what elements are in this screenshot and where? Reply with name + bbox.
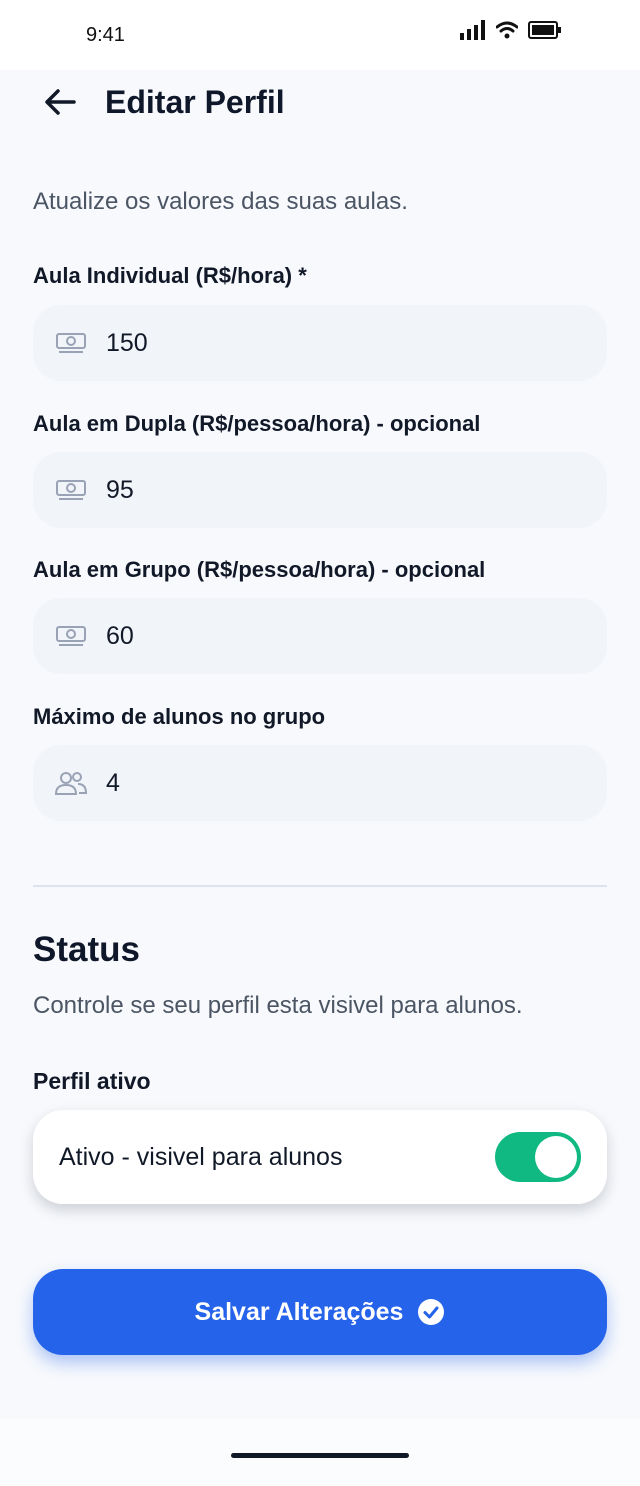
money-icon [53, 329, 89, 357]
profile-active-label: Perfil ativo [33, 1068, 151, 1094]
pair-price-input[interactable]: 95 [33, 452, 607, 528]
profile-active-card: Ativo - visivel para alunos [33, 1110, 607, 1204]
group-price-value: 60 [106, 621, 134, 650]
money-icon [53, 476, 89, 504]
divider [33, 885, 607, 887]
individual-price-value: 150 [106, 328, 148, 357]
back-button[interactable] [40, 86, 80, 122]
pair-price-value: 95 [106, 475, 134, 504]
profile-active-text: Ativo - visivel para alunos [59, 1143, 343, 1171]
max-students-input[interactable]: 4 [33, 745, 607, 821]
status-description: Controle se seu perfil esta visivel para… [33, 992, 523, 1019]
status-icons [460, 20, 562, 45]
bottom-area [0, 1418, 640, 1486]
arrow-left-icon [44, 88, 76, 121]
profile-active-toggle[interactable] [495, 1132, 581, 1182]
status-bar: 9:41 [0, 0, 640, 70]
max-students-value: 4 [106, 768, 120, 797]
header: Editar Perfil [0, 70, 640, 140]
individual-price-label: Aula Individual (R$/hora) * [33, 263, 307, 288]
toggle-knob [535, 1136, 577, 1178]
battery-icon [528, 21, 562, 44]
users-icon [53, 769, 89, 797]
individual-price-input[interactable]: 150 [33, 305, 607, 381]
max-students-label: Máximo de alunos no grupo [33, 704, 326, 729]
save-button[interactable]: Salvar Alterações [33, 1269, 607, 1355]
save-button-label: Salvar Alterações [194, 1297, 404, 1326]
intro-text: Atualize os valores das suas aulas. [33, 188, 408, 215]
group-price-label: Aula em Grupo (R$/pessoa/hora) - opciona… [33, 557, 486, 582]
status-time: 9:41 [86, 24, 125, 46]
pair-price-label: Aula em Dupla (R$/pessoa/hora) - opciona… [33, 411, 481, 436]
status-heading: Status [33, 930, 140, 969]
page-title: Editar Perfil [105, 84, 285, 120]
home-indicator[interactable] [231, 1453, 409, 1458]
signal-icon [460, 20, 486, 45]
wifi-icon [495, 21, 519, 44]
group-price-input[interactable]: 60 [33, 598, 607, 674]
check-circle-icon [417, 1298, 445, 1326]
money-icon [53, 622, 89, 650]
